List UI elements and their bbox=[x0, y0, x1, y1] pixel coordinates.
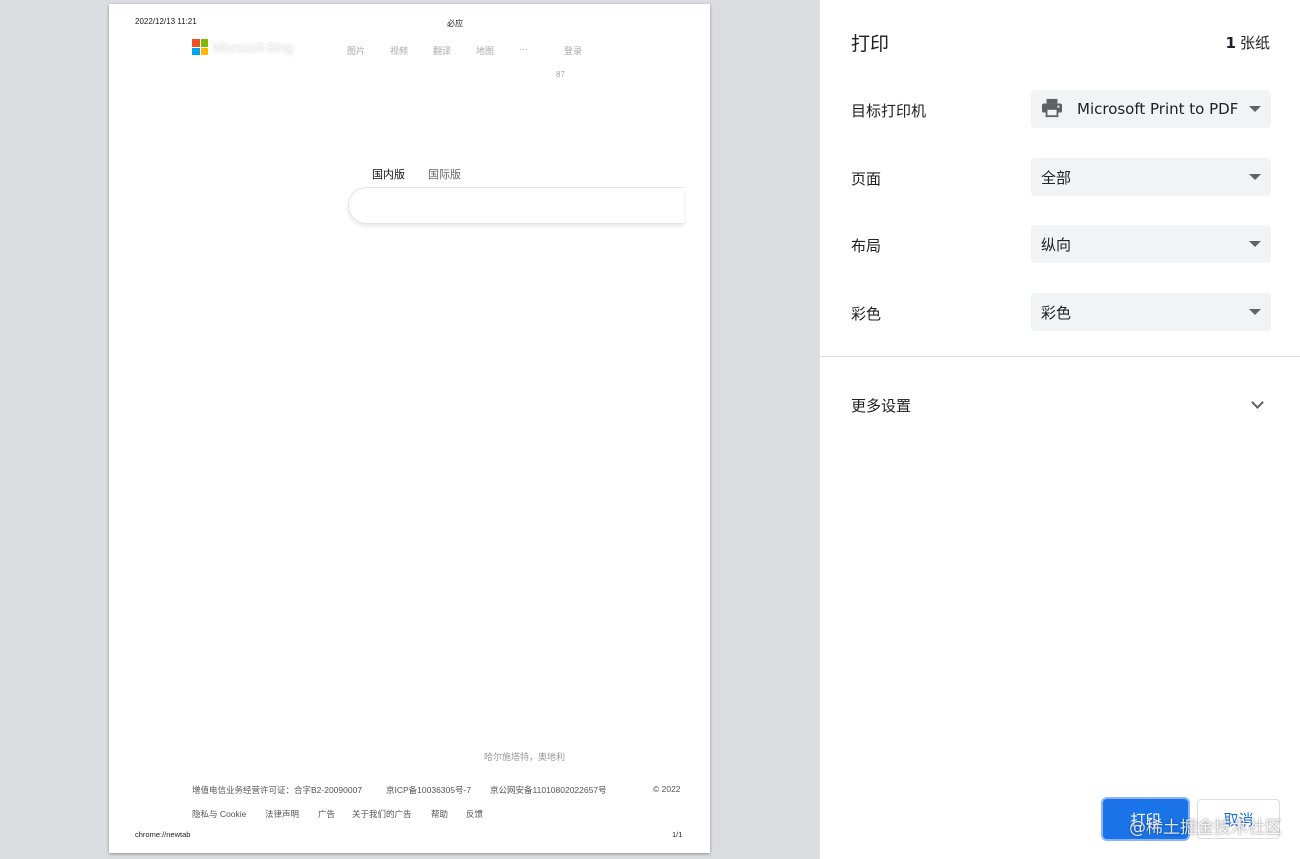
tab-international: 国际版 bbox=[428, 169, 461, 181]
more-settings-label: 更多设置 bbox=[851, 397, 912, 415]
image-caption: 哈尔施塔特，奥地利 bbox=[484, 752, 566, 762]
destination-label: 目标打印机 bbox=[851, 102, 927, 120]
footer-police: 京公网安备11010802022657号 bbox=[490, 785, 607, 795]
printer-icon bbox=[1041, 98, 1065, 120]
footer-icp: 京ICP备10036305号-7 bbox=[386, 785, 472, 795]
chevron-down-icon bbox=[1251, 396, 1264, 409]
more-settings-toggle[interactable]: 更多设置 bbox=[820, 380, 1300, 428]
layout-value: 纵向 bbox=[1041, 235, 1072, 254]
sheet-number: 1 bbox=[1225, 34, 1236, 52]
footer-legal: 法律声明 bbox=[265, 809, 300, 819]
sheet-unit: 张纸 bbox=[1239, 34, 1270, 52]
dropdown-arrow-icon bbox=[1249, 309, 1261, 315]
nav-more: ··· bbox=[519, 44, 528, 54]
dropdown-arrow-icon bbox=[1249, 241, 1261, 247]
tab-domestic: 国内版 bbox=[372, 169, 405, 181]
color-label: 彩色 bbox=[851, 305, 882, 323]
panel-title: 打印 bbox=[851, 33, 890, 55]
nav-videos: 视频 bbox=[390, 46, 409, 56]
sheet-count: 1 张纸 bbox=[1226, 32, 1270, 53]
layout-select[interactable]: 纵向 bbox=[1031, 225, 1271, 263]
dropdown-arrow-icon bbox=[1249, 174, 1261, 180]
pages-select[interactable]: 全部 bbox=[1031, 158, 1271, 196]
divider bbox=[820, 356, 1300, 357]
rewards-count: 87 bbox=[556, 70, 565, 79]
print-settings-panel: 打印 1 张纸 目标打印机 Microsoft Print to PDF 页面 全… bbox=[819, 0, 1300, 859]
destination-value: Microsoft Print to PDF bbox=[1077, 100, 1239, 118]
footer-license: 增值电信业务经营许可证：合字B2-20090007 bbox=[192, 785, 363, 795]
nav-maps: 地图 bbox=[476, 46, 495, 56]
print-button[interactable]: 打印 bbox=[1103, 799, 1188, 839]
nav-login: 登录 bbox=[564, 46, 583, 56]
page-footer-url: chrome://newtab bbox=[135, 830, 191, 839]
footer-help: 帮助 bbox=[431, 809, 449, 819]
page-footer-number: 1/1 bbox=[672, 830, 683, 839]
nav-images: 图片 bbox=[347, 46, 366, 56]
color-select[interactable]: 彩色 bbox=[1031, 293, 1271, 331]
destination-select[interactable]: Microsoft Print to PDF bbox=[1031, 90, 1271, 128]
microsoft-logo-icon bbox=[192, 39, 208, 55]
logo-text: Microsoft Bing bbox=[213, 39, 293, 55]
bing-logo: Microsoft Bing bbox=[192, 39, 293, 55]
footer-about-ads: 关于我们的广告 bbox=[352, 809, 412, 819]
color-value: 彩色 bbox=[1041, 303, 1072, 322]
nav-translate: 翻译 bbox=[433, 46, 452, 56]
page-header-date: 2022/12/13 11:21 bbox=[135, 17, 197, 26]
page-header-title: 必应 bbox=[447, 19, 463, 28]
footer-feedback: 反馈 bbox=[466, 809, 484, 819]
pages-value: 全部 bbox=[1041, 168, 1072, 187]
search-box bbox=[348, 187, 684, 224]
footer-copyright: © 2022 bbox=[653, 784, 681, 794]
footer-privacy: 隐私与 Cookie bbox=[192, 809, 247, 819]
print-preview-area: 2022/12/13 11:21 必应 Microsoft Bing 图片 视频… bbox=[0, 0, 818, 859]
cancel-button[interactable]: 取消 bbox=[1197, 799, 1280, 839]
layout-label: 布局 bbox=[851, 237, 882, 255]
footer-ads: 广告 bbox=[318, 809, 336, 819]
preview-page: 2022/12/13 11:21 必应 Microsoft Bing 图片 视频… bbox=[109, 4, 710, 853]
dropdown-arrow-icon bbox=[1249, 106, 1261, 112]
pages-label: 页面 bbox=[851, 170, 882, 188]
